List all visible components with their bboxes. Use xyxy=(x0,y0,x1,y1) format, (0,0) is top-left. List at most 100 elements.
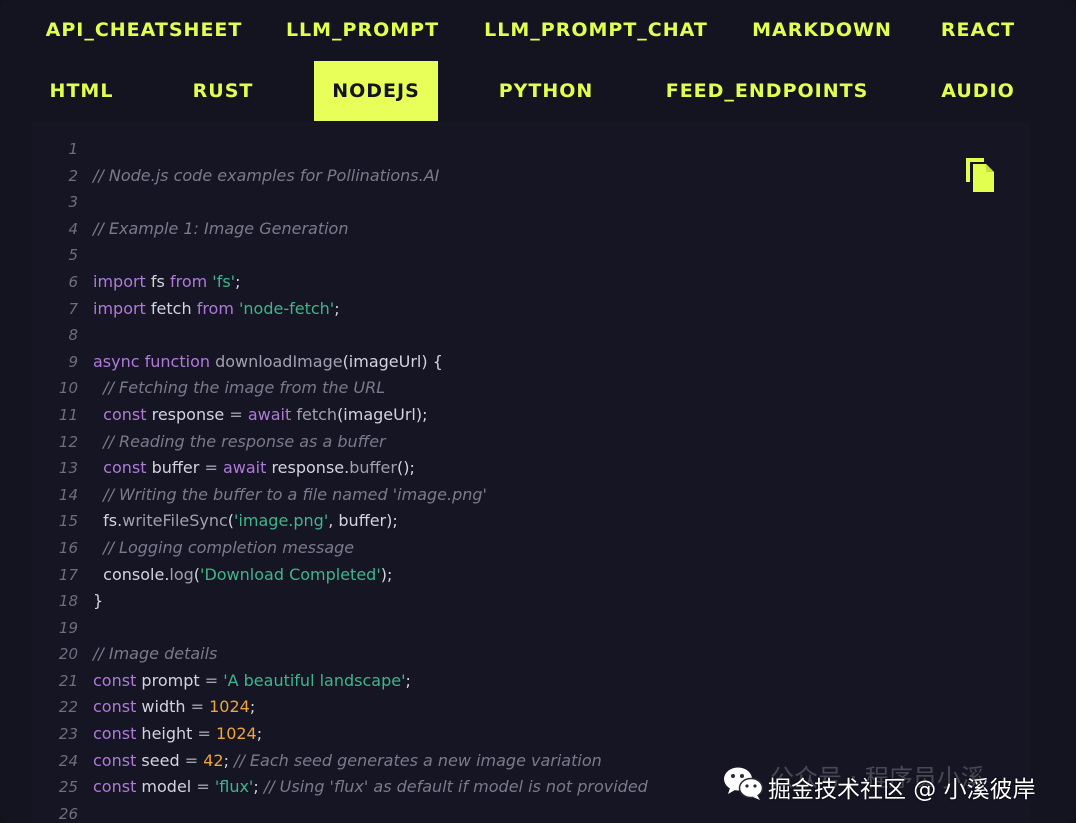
code-token: (); xyxy=(396,458,415,478)
code-token: (imageUrl) { xyxy=(342,351,443,371)
code-text: const model = 'flux'; // Using 'flux' as… xyxy=(93,774,648,801)
code-token: = xyxy=(229,404,243,424)
line-number: 14 xyxy=(58,485,78,504)
code-token: ; xyxy=(405,670,411,690)
code-token: 'fs' xyxy=(212,271,236,291)
code-line: 19 xyxy=(32,615,1022,642)
code-token: fs. xyxy=(93,511,123,531)
code-token: seed xyxy=(136,750,185,770)
code-line: 11 const response = await fetch(imageUrl… xyxy=(32,402,1022,429)
tab-audio[interactable]: AUDIO xyxy=(928,61,1028,121)
code-token: const xyxy=(103,458,147,478)
code-token: await xyxy=(247,404,292,424)
code-token: 'node-fetch' xyxy=(239,298,335,318)
code-text: console.log('Download Completed'); xyxy=(93,562,392,589)
code-text: // Reading the response as a buffer xyxy=(93,429,385,456)
language-tab-bar: API_CHEATSHEET LLM_PROMPT LLM_PROMPT_CHA… xyxy=(0,0,1076,122)
code-text: const height = 1024; xyxy=(93,721,262,748)
code-token: = xyxy=(204,670,219,690)
tab-markdown[interactable]: MARKDOWN xyxy=(742,0,902,60)
code-token: = xyxy=(196,777,210,797)
line-number: 19 xyxy=(58,618,78,637)
tab-python[interactable]: PYTHON xyxy=(486,61,606,121)
line-number: 21 xyxy=(58,671,78,690)
code-token: width xyxy=(136,697,191,717)
code-token: response. xyxy=(266,458,350,478)
code-token: const xyxy=(93,777,137,797)
tab-html[interactable]: HTML xyxy=(34,61,129,121)
code-text: const seed = 42; // Each seed generates … xyxy=(93,748,602,775)
code-line: 4 // Example 1: Image Generation xyxy=(32,216,1022,243)
code-line: 6 import fs from 'fs'; xyxy=(32,269,1022,296)
code-token: model xyxy=(136,777,197,797)
watermark-text: 掘金技术社区 @ 小溪彼岸 xyxy=(768,777,1036,803)
code-token: 'flux' xyxy=(214,777,254,797)
code-text: import fetch from 'node-fetch'; xyxy=(93,296,340,323)
code-token: buffer xyxy=(349,458,397,478)
code-token: fs xyxy=(145,271,170,291)
tab-llm-prompt[interactable]: LLM_PROMPT xyxy=(275,0,450,60)
code-token: const xyxy=(103,404,147,424)
code-line: 8 xyxy=(32,322,1022,349)
line-number: 6 xyxy=(68,272,78,291)
code-text: // Example 1: Image Generation xyxy=(93,216,348,243)
code-token: const xyxy=(93,750,137,770)
line-number: 3 xyxy=(68,193,78,212)
code-token: const xyxy=(93,670,137,690)
code-token: = xyxy=(190,697,205,717)
code-token: = xyxy=(204,458,218,478)
line-number: 23 xyxy=(58,725,78,744)
code-line: 7 import fetch from 'node-fetch'; xyxy=(32,296,1022,323)
tab-llm-prompt-chat[interactable]: LLM_PROMPT_CHAT xyxy=(478,0,714,60)
code-token: function xyxy=(144,351,210,371)
code-token: // Each seed generates a new image varia… xyxy=(234,750,602,770)
code-text: // Node.js code examples for Pollination… xyxy=(93,163,439,190)
code-token: (imageUrl); xyxy=(337,404,428,424)
code-token: // Image details xyxy=(93,644,218,664)
copy-button[interactable] xyxy=(962,154,998,194)
tab-api-cheatsheet[interactable]: API_CHEATSHEET xyxy=(38,0,250,60)
code-token: from xyxy=(169,271,208,291)
code-line: 1 xyxy=(32,136,1022,163)
code-token: // Node.js code examples for Pollination… xyxy=(93,165,440,185)
code-token: import xyxy=(93,298,146,318)
line-number: 15 xyxy=(58,512,78,531)
code-line: 13 const buffer = await response.buffer(… xyxy=(32,455,1022,482)
line-number: 7 xyxy=(68,299,78,318)
code-text: fs.writeFileSync('image.png', buffer); xyxy=(93,508,398,535)
line-number: 17 xyxy=(58,565,78,584)
code-token: height xyxy=(136,724,198,744)
code-token: fetch xyxy=(145,298,197,318)
code-token: ); xyxy=(380,564,393,584)
code-text: const prompt = 'A beautiful landscape'; xyxy=(93,668,411,695)
code-lines: 1 2// Node.js code examples for Pollinati… xyxy=(32,136,1022,823)
tab-react[interactable]: REACT xyxy=(928,0,1028,60)
line-number: 22 xyxy=(58,698,78,717)
code-text: const width = 1024; xyxy=(93,694,255,721)
tab-feed-endpoints[interactable]: FEED_ENDPOINTS xyxy=(658,61,876,121)
code-line: 10 // Fetching the image from the URL xyxy=(32,375,1022,402)
code-token: // Using 'flux' as default if model is n… xyxy=(263,777,648,797)
line-number: 11 xyxy=(58,405,78,424)
code-line: 12 // Reading the response as a buffer xyxy=(32,429,1022,456)
copy-icon xyxy=(966,158,994,192)
code-token: writeFileSync xyxy=(122,511,228,531)
code-line: 15 fs.writeFileSync('image.png', buffer)… xyxy=(32,508,1022,535)
line-number: 4 xyxy=(68,219,78,238)
code-token: , buffer); xyxy=(328,511,398,531)
line-number: 16 xyxy=(58,538,78,557)
code-token: const xyxy=(93,697,137,717)
line-number: 1 xyxy=(68,140,78,158)
code-token: 'Download Completed' xyxy=(200,564,381,584)
code-token: 1024 xyxy=(209,697,250,717)
code-text: const buffer = await response.buffer(); xyxy=(93,455,415,482)
tab-rust[interactable]: RUST xyxy=(178,61,268,121)
code-text: const response = await fetch(imageUrl); xyxy=(93,402,428,429)
code-example-window: API_CHEATSHEET LLM_PROMPT LLM_PROMPT_CHA… xyxy=(0,0,1076,823)
code-token: prompt xyxy=(136,670,205,690)
tab-nodejs[interactable]: NODEJS xyxy=(314,61,438,121)
code-text: // Writing the buffer to a file named 'i… xyxy=(93,482,487,509)
line-number: 25 xyxy=(58,778,78,797)
